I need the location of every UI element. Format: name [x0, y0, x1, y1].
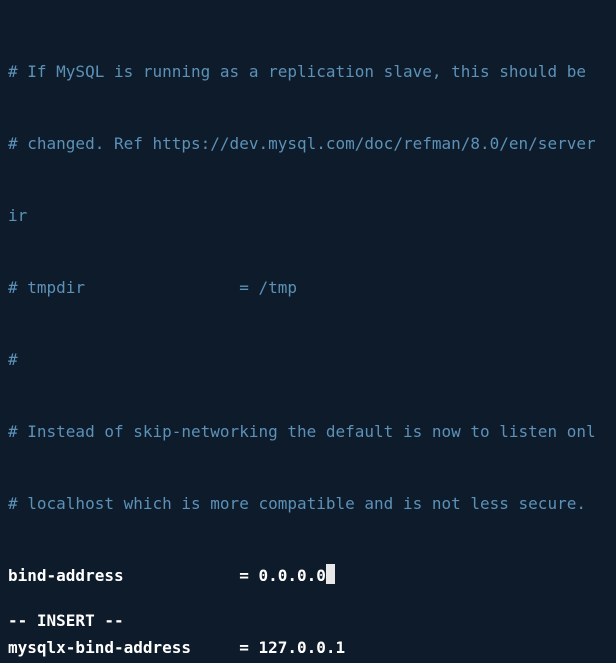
config-value: 127.0.0.1: [258, 638, 345, 657]
config-eq: =: [191, 638, 258, 657]
editor-viewport[interactable]: # If MySQL is running as a replication s…: [0, 0, 616, 663]
config-line-bind-address: bind-address = 0.0.0.0: [8, 564, 608, 588]
config-line-mysqlx-bind-address: mysqlx-bind-address = 127.0.0.1: [8, 636, 608, 660]
config-line: # localhost which is more compatible and…: [8, 492, 608, 516]
config-line: # Instead of skip-networking the default…: [8, 420, 608, 444]
config-key: bind-address: [8, 566, 124, 585]
config-line: # If MySQL is running as a replication s…: [8, 60, 608, 84]
config-eq: =: [124, 566, 259, 585]
config-line: # changed. Ref https://dev.mysql.com/doc…: [8, 132, 608, 156]
vim-mode-status: -- INSERT --: [8, 609, 124, 633]
config-key: mysqlx-bind-address: [8, 638, 191, 657]
config-line: # tmpdir = /tmp: [8, 276, 608, 300]
config-line: #: [8, 348, 608, 372]
config-value: 0.0.0.0: [258, 566, 325, 585]
config-line: ir: [8, 204, 608, 228]
text-cursor: [326, 564, 335, 584]
